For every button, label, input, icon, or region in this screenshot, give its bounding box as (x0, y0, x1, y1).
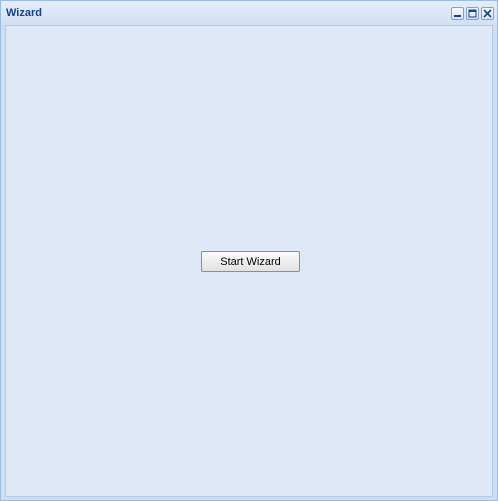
window-body: Start Wizard (5, 25, 493, 497)
minimize-button[interactable] (451, 7, 464, 20)
close-button[interactable] (481, 7, 494, 20)
wizard-window: Wizard Start Wizard (0, 0, 498, 501)
start-wizard-button[interactable]: Start Wizard (201, 251, 300, 272)
minimize-icon (454, 15, 461, 17)
window-tools (451, 7, 494, 20)
window-titlebar[interactable]: Wizard (1, 1, 497, 25)
close-icon (483, 9, 492, 18)
maximize-button[interactable] (466, 7, 479, 20)
window-title: Wizard (6, 7, 42, 19)
maximize-icon (468, 9, 477, 18)
